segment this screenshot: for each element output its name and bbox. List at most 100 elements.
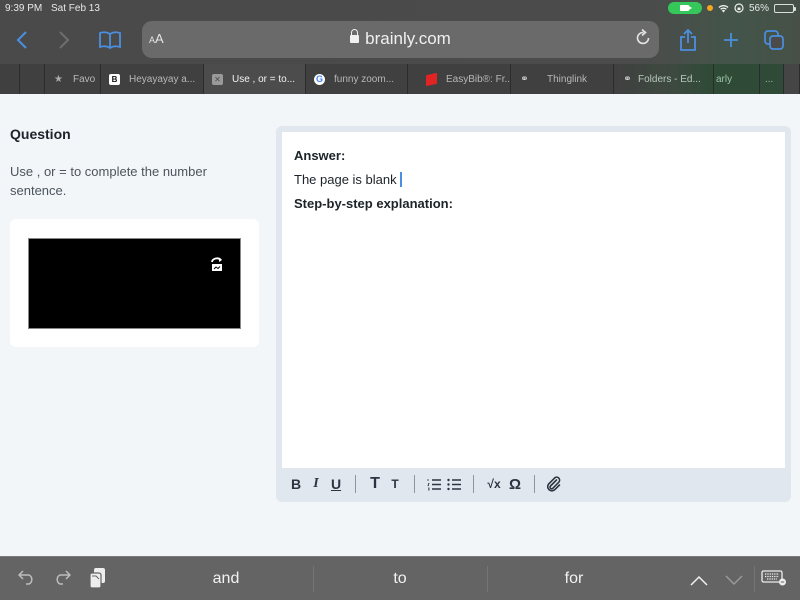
tab-label: EasyBib®: Fr...	[446, 73, 511, 85]
tab-heyayayay[interactable]: B Heyayayay a...	[101, 64, 204, 94]
tab-label: Favo	[73, 73, 96, 85]
status-indicators: 56%	[667, 2, 796, 14]
share-icon	[680, 29, 696, 51]
hide-keyboard-button[interactable]	[761, 570, 787, 591]
browser-toolbar: AA brainly.com	[0, 18, 800, 64]
b-logo-icon: B	[109, 73, 120, 85]
forward-button[interactable]	[50, 26, 78, 54]
suggestion-to[interactable]: to	[313, 570, 487, 588]
status-time: 9:39 PM	[5, 3, 43, 14]
chevron-right-icon	[59, 31, 70, 49]
plus-icon	[724, 33, 738, 47]
answer-textarea[interactable]: Answer: The page is blank Step-by-step e…	[282, 132, 785, 468]
status-bar: 9:39 PM Sat Feb 13 56%	[0, 0, 800, 18]
tab-early[interactable]: arly	[714, 64, 760, 94]
reload-icon	[636, 28, 650, 45]
italic-button[interactable]: I	[306, 473, 326, 495]
close-tab-icon[interactable]: ✕	[212, 73, 223, 85]
orientation-lock-icon	[734, 3, 744, 13]
battery-percent: 56%	[748, 2, 769, 14]
back-button[interactable]	[8, 26, 36, 54]
toolbar-divider	[754, 566, 755, 592]
tab-thinglink[interactable]: ⚭ Thinglink	[511, 64, 614, 94]
numbered-list-button[interactable]	[424, 473, 444, 495]
keyboard-icon	[761, 570, 786, 586]
chevron-left-icon	[16, 31, 27, 49]
text-caret	[399, 172, 402, 187]
star-icon: ★	[54, 73, 63, 85]
symbol-button[interactable]: Ω	[505, 473, 525, 495]
thinglink-icon: ⚭	[520, 73, 529, 85]
equation-button[interactable]: √x	[483, 473, 505, 495]
status-date: Sat Feb 13	[51, 3, 100, 14]
bold-button[interactable]: B	[286, 473, 306, 495]
explanation-label: Step-by-step explanation:	[294, 196, 453, 211]
battery-icon	[774, 3, 796, 13]
url-display[interactable]: brainly.com	[142, 29, 659, 49]
share-button[interactable]	[674, 26, 702, 54]
bullet-list-icon	[446, 478, 461, 490]
tab-strip-end	[784, 64, 800, 94]
next-field-button[interactable]	[725, 571, 743, 591]
bookmarks-button[interactable]	[96, 26, 124, 54]
book-icon	[99, 31, 121, 49]
suggestion-and[interactable]: and	[139, 570, 313, 588]
tab-favorites[interactable]: ★ Favo	[45, 64, 101, 94]
tab-easybib[interactable]: EasyBib®: Fr...	[408, 64, 511, 94]
rotate-image-icon[interactable]	[209, 256, 225, 272]
answer-label: Answer:	[294, 148, 346, 163]
toolbar-divider	[534, 475, 535, 493]
reload-button[interactable]	[636, 28, 651, 50]
screen-recording-indicator	[667, 2, 702, 14]
tab-funny-zoom[interactable]: G funny zoom...	[306, 64, 408, 94]
paste-button[interactable]	[89, 567, 107, 594]
tab-blank-2[interactable]	[20, 64, 45, 94]
question-image[interactable]	[28, 238, 241, 329]
chevron-up-icon	[690, 575, 708, 586]
paperclip-icon	[546, 476, 561, 492]
toolbar-divider	[414, 475, 415, 493]
format-toolbar: B I U T T √x Ω	[286, 472, 564, 496]
heading-large-button[interactable]: T	[365, 473, 385, 495]
keyboard-shortcut-bar: and to for	[0, 556, 800, 600]
bullet-list-button[interactable]	[444, 473, 464, 495]
numbered-list-icon	[426, 478, 441, 490]
question-text: Use , or = to complete the number senten…	[10, 164, 207, 198]
redo-button[interactable]	[53, 569, 72, 590]
undo-button[interactable]	[17, 569, 36, 590]
question-image-card	[10, 219, 259, 347]
tab-label: ...	[765, 73, 774, 85]
tab-label: Folders - Ed...	[638, 73, 701, 85]
tab-more[interactable]: ...	[760, 64, 784, 94]
chevron-down-icon	[725, 575, 743, 586]
tab-active-question[interactable]: ✕ Use , or = to...	[204, 64, 306, 94]
heading-small-button[interactable]: T	[385, 473, 405, 495]
google-icon: G	[314, 73, 325, 85]
suggestion-for[interactable]: for	[487, 570, 661, 588]
tab-blank-1[interactable]	[0, 64, 20, 94]
previous-field-button[interactable]	[690, 571, 708, 591]
underline-button[interactable]: U	[326, 473, 346, 495]
tab-folders[interactable]: ⚭ Folders - Ed...	[614, 64, 714, 94]
new-tab-button[interactable]	[717, 26, 745, 54]
clipboard-icon	[89, 568, 105, 589]
tab-label: funny zoom...	[334, 73, 395, 85]
question-heading: Question	[10, 126, 71, 142]
mic-in-use-dot	[706, 5, 713, 11]
camera-icon	[680, 5, 693, 11]
tab-label: Use , or = to...	[232, 73, 296, 85]
tab-label: Thinglink	[547, 73, 588, 85]
tab-strip: ★ Favo B Heyayayay a... ✕ Use , or = to.…	[0, 64, 800, 94]
attach-button[interactable]	[544, 473, 564, 495]
lock-icon	[350, 29, 360, 43]
browser-chrome: 9:39 PM Sat Feb 13 56% AA brainly.com ★ …	[0, 0, 800, 94]
wifi-icon	[718, 4, 729, 12]
toolbar-divider	[355, 475, 356, 493]
redo-icon	[56, 570, 72, 585]
thinglink-icon: ⚭	[623, 73, 632, 85]
answer-text-line: The page is blank	[294, 172, 773, 187]
page-content: Question Use , or = to complete the numb…	[0, 94, 800, 556]
tabs-overview-button[interactable]	[760, 26, 788, 54]
answer-text: The page is blank	[294, 172, 397, 187]
address-bar[interactable]: AA brainly.com	[142, 21, 659, 58]
